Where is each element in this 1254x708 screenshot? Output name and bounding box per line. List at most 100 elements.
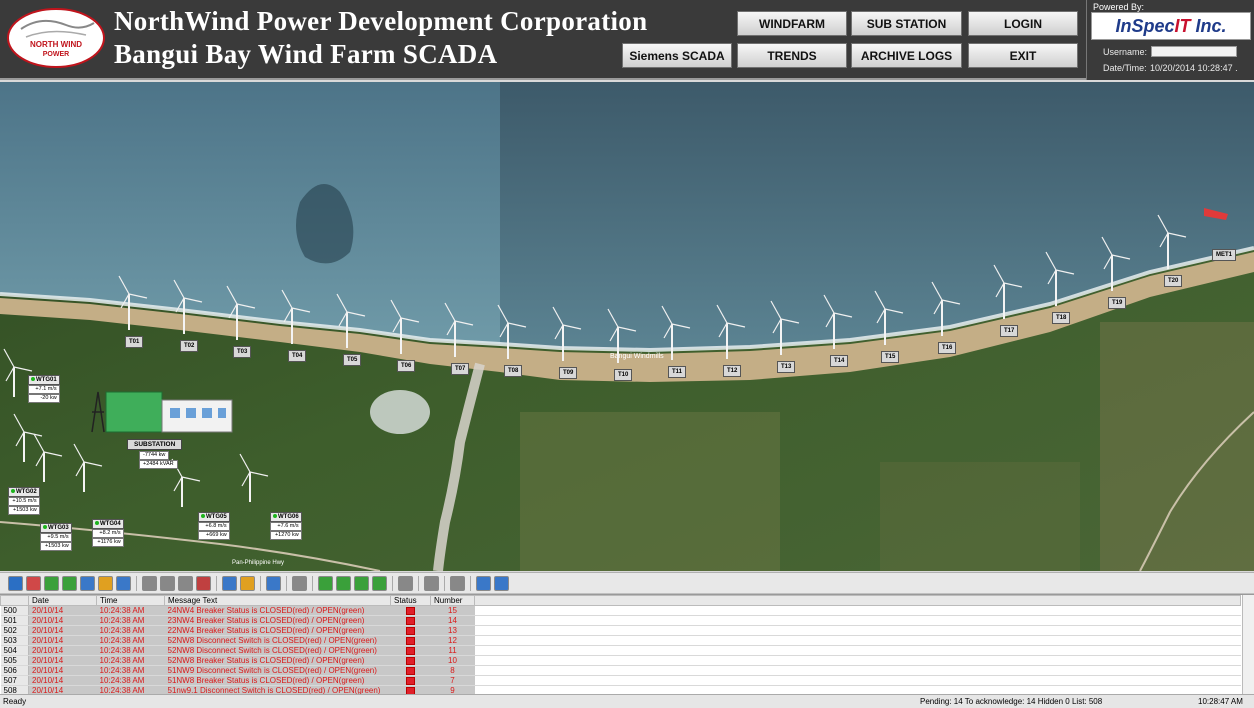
- status-bar: Ready Pending: 14 To acknowledge: 14 Hid…: [0, 694, 1254, 708]
- substation-button[interactable]: SUB STATION: [851, 11, 962, 36]
- turbine-label-t15[interactable]: T15: [881, 351, 900, 363]
- chart-icon[interactable]: [116, 575, 131, 591]
- turbine-label-t01[interactable]: T01: [125, 336, 144, 348]
- status-dot-icon: [95, 521, 99, 525]
- wtg-widget-wtg03[interactable]: WTG03 +9.5 m/s +1503 kw: [40, 523, 72, 551]
- move-first-icon[interactable]: [318, 575, 333, 591]
- turbine-label-t17[interactable]: T17: [1000, 325, 1019, 337]
- col-date[interactable]: Date: [28, 595, 97, 606]
- alarm-row[interactable]: 506 20/10/14 10:24:38 AM 51NW9 Disconnect S…: [0, 665, 1241, 676]
- satellite-map-image: Bangui Windmills Pan-Philippine Hwy: [0, 82, 1254, 571]
- move-next-icon[interactable]: [354, 575, 369, 591]
- alarm-date: 20/10/14: [28, 645, 97, 656]
- turbine-label-t08[interactable]: T08: [504, 365, 523, 377]
- refresh-all-icon[interactable]: [62, 575, 77, 591]
- alarm-time: 10:24:38 AM: [96, 645, 165, 656]
- row-id: 501: [0, 615, 29, 626]
- properties-icon[interactable]: [222, 575, 237, 591]
- lock-icon[interactable]: [98, 575, 113, 591]
- move-last-icon[interactable]: [372, 575, 387, 591]
- turbine-label-t04[interactable]: T04: [288, 350, 307, 362]
- delete-icon[interactable]: [450, 575, 465, 591]
- row-id: 500: [0, 605, 29, 616]
- username-label: Username:: [1103, 47, 1148, 57]
- wtg-widget-wtg05[interactable]: WTG05 +6.8 m/s +669 kw: [198, 512, 230, 540]
- clear-icon[interactable]: [196, 575, 211, 591]
- ack-icon[interactable]: [160, 575, 175, 591]
- turbine-label-t20[interactable]: T20: [1164, 275, 1183, 287]
- alarm-row[interactable]: 500 20/10/14 10:24:38 AM 24NW4 Breaker Stat…: [0, 605, 1241, 616]
- col-number[interactable]: Number: [430, 595, 475, 606]
- export-icon[interactable]: [240, 575, 255, 591]
- siemens-scada-button[interactable]: Siemens SCADA: [622, 43, 732, 68]
- col-message[interactable]: Message Text: [164, 595, 391, 606]
- turbine-label-t16[interactable]: T16: [938, 342, 957, 354]
- archive-logs-button[interactable]: ARCHIVE LOGS: [851, 43, 962, 68]
- alarm-counts: Pending: 14 To acknowledge: 14 Hidden 0 …: [920, 697, 1103, 706]
- alarm-date: 20/10/14: [28, 605, 97, 616]
- status-clock: 10:28:47 AM: [1198, 697, 1243, 706]
- status-dot-icon: [201, 514, 205, 518]
- ack-all-icon[interactable]: [178, 575, 193, 591]
- svg-text:POWER: POWER: [43, 51, 69, 58]
- alarm-row[interactable]: 502 20/10/14 10:24:38 AM 22NW4 Breaker Stat…: [0, 625, 1241, 636]
- alarm-row[interactable]: 504 20/10/14 10:24:38 AM 52NW8 Disconnect S…: [0, 645, 1241, 656]
- wtg-name: WTG01: [28, 375, 60, 385]
- windfarm-button[interactable]: WINDFARM: [737, 11, 847, 36]
- status-dot-icon: [11, 489, 15, 493]
- alarm-row[interactable]: 501 20/10/14 10:24:38 AM 23NW4 Breaker Stat…: [0, 615, 1241, 626]
- exit-button[interactable]: EXIT: [968, 43, 1078, 68]
- northwind-logo: NORTH WIND POWER: [6, 7, 106, 69]
- turbine-label-t05[interactable]: T05: [343, 354, 362, 366]
- pin-icon[interactable]: [292, 575, 307, 591]
- datetime-value: 10/20/2014 10:28:47 .: [1150, 63, 1238, 73]
- help-icon[interactable]: [8, 575, 23, 591]
- calculator-icon[interactable]: [476, 575, 491, 591]
- filter-icon[interactable]: [26, 575, 41, 591]
- alarm-row[interactable]: 507 20/10/14 10:24:38 AM 51NW8 Breaker Stat…: [0, 675, 1241, 686]
- svg-text:NORTH WIND: NORTH WIND: [30, 40, 82, 49]
- turbine-label-t02[interactable]: T02: [180, 340, 199, 352]
- alarm-number: 12: [430, 635, 475, 646]
- wtg-power: +669 kw: [198, 531, 230, 540]
- met-station-label[interactable]: MET1: [1212, 249, 1237, 261]
- wtg-name: WTG03: [40, 523, 72, 533]
- refresh-icon[interactable]: [44, 575, 59, 591]
- turbine-label-t12[interactable]: T12: [723, 365, 742, 377]
- wtg-name: WTG02: [8, 487, 40, 497]
- alarm-scrollbar[interactable]: [1242, 595, 1254, 695]
- wtg-widget-wtg04[interactable]: WTG04 +8.2 m/s +1176 kw: [92, 519, 124, 547]
- powered-by-label: Powered By:: [1093, 2, 1145, 12]
- turbine-label-t09[interactable]: T09: [559, 367, 578, 379]
- clock-icon[interactable]: [494, 575, 509, 591]
- alarm-status-icon: [406, 606, 415, 615]
- copy-icon[interactable]: [398, 575, 413, 591]
- substation-label[interactable]: SUBSTATION: [127, 439, 183, 450]
- turbine-label-t06[interactable]: T06: [397, 360, 416, 372]
- print-icon[interactable]: [266, 575, 281, 591]
- col-status[interactable]: Status: [390, 595, 431, 606]
- sound-icon[interactable]: [424, 575, 439, 591]
- turbine-label-t18[interactable]: T18: [1052, 312, 1071, 324]
- alarm-row[interactable]: 503 20/10/14 10:24:38 AM 52NW8 Disconnect S…: [0, 635, 1241, 646]
- wtg-widget-wtg02[interactable]: WTG02 +10.5 m/s +1503 kw: [8, 487, 40, 515]
- turbine-label-t03[interactable]: T03: [233, 346, 252, 358]
- turbine-label-t14[interactable]: T14: [830, 355, 849, 367]
- username-field[interactable]: [1151, 46, 1237, 57]
- turbine-label-t10[interactable]: T10: [614, 369, 633, 381]
- alarm-row[interactable]: 505 20/10/14 10:24:38 AM 52NW8 Breaker Stat…: [0, 655, 1241, 666]
- vendor-panel: Powered By: InSpecIT Inc. Username: Date…: [1086, 0, 1254, 80]
- turbine-label-t07[interactable]: T07: [451, 363, 470, 375]
- down-icon[interactable]: [142, 575, 157, 591]
- turbine-label-t11[interactable]: T11: [668, 366, 687, 378]
- list-icon[interactable]: [80, 575, 95, 591]
- trends-button[interactable]: TRENDS: [737, 43, 847, 68]
- turbine-label-t19[interactable]: T19: [1108, 297, 1127, 309]
- col-time[interactable]: Time: [96, 595, 165, 606]
- login-button[interactable]: LOGIN: [968, 11, 1078, 36]
- wtg-widget-wtg01[interactable]: WTG01 +7.1 m/s -20 kw: [28, 375, 60, 403]
- wtg-widget-wtg06[interactable]: WTG06 +7.6 m/s +1270 kw: [270, 512, 302, 540]
- move-prev-icon[interactable]: [336, 575, 351, 591]
- turbine-label-t13[interactable]: T13: [777, 361, 796, 373]
- alarm-time: 10:24:38 AM: [96, 675, 165, 686]
